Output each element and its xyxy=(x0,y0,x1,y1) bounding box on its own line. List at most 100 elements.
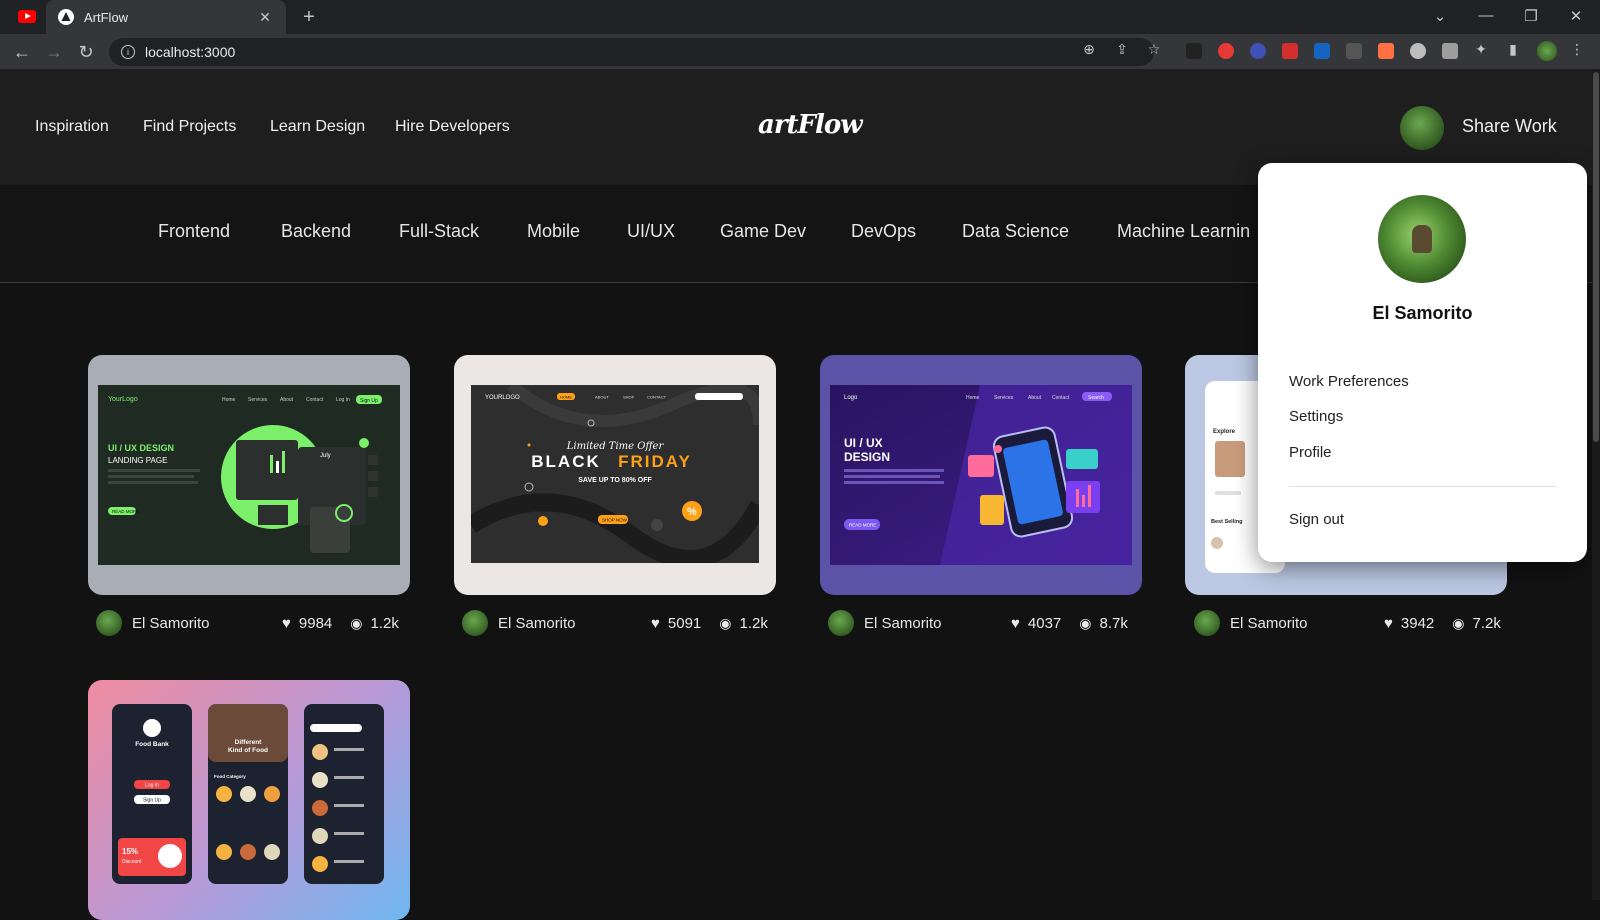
likes-count: 5091 xyxy=(667,614,702,632)
new-tab-icon[interactable]: + xyxy=(299,7,319,27)
restore-icon[interactable]: ❐ xyxy=(1521,7,1541,27)
extension-gray-icon[interactable] xyxy=(1442,43,1458,59)
author-name[interactable]: El Samorito xyxy=(498,615,651,632)
extension-red-icon[interactable] xyxy=(1218,43,1234,59)
thumb-pct: % xyxy=(687,506,697,518)
thumb-menu-contact: Contact xyxy=(306,397,324,403)
project-card[interactable]: Food Bank Log In Sign Up 15% Discount Di… xyxy=(88,680,410,920)
likes-stat: ♥ 5091 xyxy=(651,615,701,632)
zoom-icon[interactable]: ⊕ xyxy=(1080,40,1098,58)
views-count: 1.2k xyxy=(370,614,399,632)
tab-search-chevron-icon[interactable]: ⌄ xyxy=(1430,7,1450,27)
tab-title: ArtFlow xyxy=(84,9,129,25)
project-card-meta: El Samorito ♥ 9984 ◉ 1.2k xyxy=(96,610,399,636)
extension-pdf-icon[interactable] xyxy=(1314,43,1330,59)
thumb-cta: READ MORE xyxy=(112,509,139,514)
tab-close-icon[interactable]: ✕ xyxy=(256,8,274,26)
browser-menu-icon[interactable]: ⋮ xyxy=(1568,40,1586,58)
extension-face-icon[interactable] xyxy=(1410,43,1426,59)
nav-link-learn-design[interactable]: Learn Design xyxy=(270,118,365,136)
profile-avatar-icon[interactable] xyxy=(1537,41,1557,61)
address-bar[interactable]: i localhost:3000 xyxy=(109,38,1154,66)
side-panel-icon[interactable]: ▮ xyxy=(1504,40,1522,58)
thumb-word2: FRIDAY xyxy=(618,452,692,471)
dropdown-divider xyxy=(1289,486,1556,487)
likes-count: 9984 xyxy=(298,614,333,632)
thumb-menu-contact: CONTACT xyxy=(647,395,667,400)
eye-icon: ◉ xyxy=(1079,614,1092,631)
category-devops[interactable]: DevOps xyxy=(851,221,916,242)
author-name[interactable]: El Samorito xyxy=(1230,615,1384,632)
share-work-button[interactable]: Share Work xyxy=(1462,116,1557,137)
thumb-discount: Discount xyxy=(122,859,142,865)
category-game-dev[interactable]: Game Dev xyxy=(720,221,806,242)
project-card[interactable]: YourLogo Home Services About Contact Log… xyxy=(88,355,410,595)
author-name[interactable]: El Samorito xyxy=(864,615,1011,632)
category-mobile[interactable]: Mobile xyxy=(527,221,580,242)
project-card-meta: El Samorito ♥ 5091 ◉ 1.2k xyxy=(462,610,768,636)
menu-item-settings[interactable]: Settings xyxy=(1289,408,1343,425)
extension-lines-icon[interactable] xyxy=(1346,43,1362,59)
thumb-menu-about: ABOUT xyxy=(595,395,609,400)
menu-item-work-preferences[interactable]: Work Preferences xyxy=(1289,373,1409,390)
likes-count: 4037 xyxy=(1027,614,1062,632)
views-count: 7.2k xyxy=(1472,614,1501,632)
forward-icon[interactable]: → xyxy=(43,41,65,63)
heart-icon[interactable]: ♥ xyxy=(1384,615,1393,632)
project-card[interactable]: Logo Home Services About Contact Search … xyxy=(820,355,1142,595)
heart-icon[interactable]: ♥ xyxy=(282,615,291,632)
extension-blue-icon[interactable] xyxy=(1250,43,1266,59)
author-avatar[interactable] xyxy=(462,610,488,636)
avatar-figure xyxy=(1412,225,1432,253)
thumb-month: July xyxy=(320,453,331,459)
page-scrollbar-thumb[interactable] xyxy=(1593,72,1599,442)
thumb-menu-about: About xyxy=(280,397,294,403)
project-thumbnail: YOURLOGO HOME ABOUT SHOP CONTACT Limited… xyxy=(471,385,759,563)
youtube-tab-icon[interactable] xyxy=(18,10,36,23)
category-frontend[interactable]: Frontend xyxy=(158,221,230,242)
category-full-stack[interactable]: Full-Stack xyxy=(399,221,479,242)
likes-stat: ♥ 9984 xyxy=(282,615,332,632)
nav-link-inspiration[interactable]: Inspiration xyxy=(35,118,109,136)
author-avatar[interactable] xyxy=(828,610,854,636)
likes-stat: ♥ 3942 xyxy=(1384,615,1434,632)
browser-tab-active[interactable]: ArtFlow ✕ xyxy=(46,0,286,34)
nav-link-hire-developers[interactable]: Hire Developers xyxy=(395,118,510,136)
extension-bug-icon[interactable] xyxy=(1282,43,1298,59)
close-window-icon[interactable]: ✕ xyxy=(1566,7,1586,27)
thumb-menu-home: Home xyxy=(966,395,980,401)
minimize-icon[interactable]: — xyxy=(1476,7,1496,27)
nav-link-find-projects[interactable]: Find Projects xyxy=(143,118,236,136)
site-info-icon[interactable]: i xyxy=(121,45,135,59)
avatar-caption-decoration xyxy=(1400,204,1444,210)
thumb-menu-services: Services xyxy=(994,395,1014,401)
user-avatar[interactable] xyxy=(1400,106,1444,150)
extensions-puzzle-icon[interactable]: ✦ xyxy=(1472,40,1490,58)
reload-icon[interactable]: ↻ xyxy=(75,41,97,63)
menu-item-profile[interactable]: Profile xyxy=(1289,444,1332,461)
back-icon[interactable]: ← xyxy=(11,41,33,63)
author-name[interactable]: El Samorito xyxy=(132,615,282,632)
menu-item-sign-out[interactable]: Sign out xyxy=(1289,511,1344,528)
extension-mask-icon[interactable] xyxy=(1186,43,1202,59)
heart-icon[interactable]: ♥ xyxy=(1011,615,1020,632)
category-machine-learning[interactable]: Machine Learnin xyxy=(1117,221,1250,242)
share-icon[interactable]: ⇪ xyxy=(1113,40,1131,58)
category-backend[interactable]: Backend xyxy=(281,221,351,242)
artflow-logo[interactable]: artFlow xyxy=(758,110,863,140)
heart-icon[interactable]: ♥ xyxy=(651,615,660,632)
category-data-science[interactable]: Data Science xyxy=(962,221,1069,242)
author-avatar[interactable] xyxy=(1194,610,1220,636)
thumb-offer: Limited Time Offer xyxy=(566,441,665,452)
bookmark-star-icon[interactable]: ☆ xyxy=(1145,40,1163,58)
thumb-best: Best Selling xyxy=(1211,519,1242,525)
project-card[interactable]: YOURLOGO HOME ABOUT SHOP CONTACT Limited… xyxy=(454,355,776,595)
category-ui-ux[interactable]: UI/UX xyxy=(627,221,675,242)
thumb-diff2: Kind of Food xyxy=(228,747,268,754)
thumb-save: SAVE UP TO 80% OFF xyxy=(578,477,652,484)
extension-pen-icon[interactable] xyxy=(1378,43,1394,59)
views-count: 8.7k xyxy=(1099,614,1128,632)
author-avatar[interactable] xyxy=(96,610,122,636)
views-count: 1.2k xyxy=(739,614,768,632)
project-card-meta: El Samorito ♥ 3942 ◉ 7.2k xyxy=(1194,610,1501,636)
